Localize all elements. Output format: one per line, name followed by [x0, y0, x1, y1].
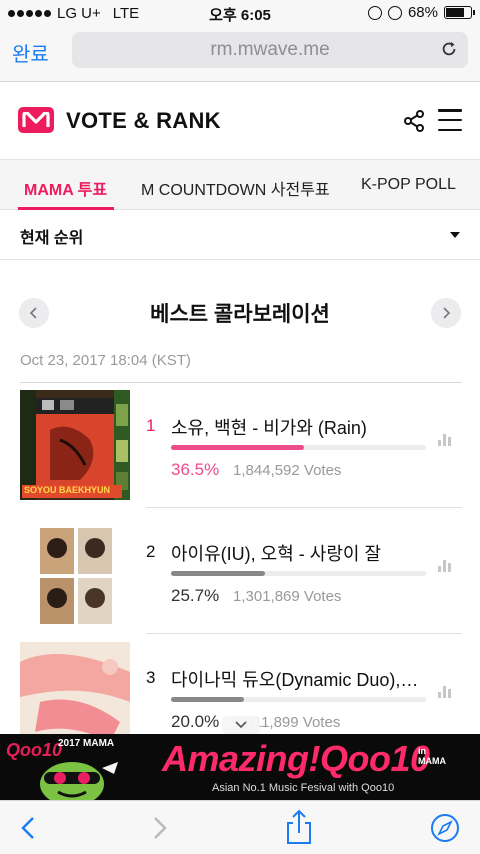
album-caption: SOYOU BAEKHYUN	[24, 485, 111, 495]
chevron-right-icon	[443, 307, 451, 319]
song-title: 소유, 백현 - 비가와 (Rain)	[171, 418, 367, 438]
ad-in-text: in	[418, 746, 426, 756]
vote-share-fill	[171, 445, 304, 450]
url-text: rm.mwave.me	[210, 39, 330, 60]
brand-title: VOTE & RANK	[66, 108, 221, 133]
ad-subtitle: Asian No.1 Music Fesival with Qoo10	[212, 782, 395, 794]
album-art: SOYOU BAEKHYUN	[20, 390, 130, 500]
mascot-image	[40, 762, 118, 800]
url-field[interactable]: rm.mwave.me	[72, 32, 468, 68]
scroll-down-button[interactable]	[222, 716, 260, 734]
vote-share-bar	[171, 445, 426, 450]
alarm-icon	[387, 5, 402, 20]
song-title: 아이유(IU), 오혁 - 사랑이 잘	[171, 544, 382, 564]
ranking-timestamp: Oct 23, 2017 18:04 (KST)	[20, 352, 191, 369]
chevron-down-icon	[235, 721, 247, 729]
tab-mcountdown-prevote[interactable]: M COUNTDOWN 사전투표	[141, 176, 330, 200]
album-art	[20, 516, 130, 626]
vote-share-fill	[171, 697, 244, 702]
next-category-button[interactable]	[431, 298, 461, 328]
share-sheet-icon[interactable]	[284, 809, 314, 845]
status-right: 68%	[367, 4, 475, 21]
vote-percent: 25.7%	[171, 586, 220, 605]
done-button[interactable]: 완료	[12, 38, 49, 67]
mnet-logo[interactable]	[18, 107, 54, 133]
site-header: VOTE & RANK	[0, 82, 480, 160]
share-icon[interactable]	[402, 109, 426, 133]
caret-down-icon	[450, 232, 460, 238]
category-nav: 베스트 콜라보레이션	[0, 292, 480, 332]
menu-icon[interactable]	[438, 109, 462, 131]
vote-count: 1,301,869 Votes	[233, 588, 342, 605]
bar-chart-icon[interactable]	[438, 686, 454, 698]
orientation-lock-icon	[367, 5, 382, 20]
tab-bar: MAMA 투표 M COUNTDOWN 사전투표 K-POP POLL	[0, 160, 480, 210]
ad-in-label: in MAMA	[418, 746, 446, 766]
vote-percent: 20.0%	[171, 712, 220, 731]
ad-headline: Amazing!Qoo10	[162, 738, 430, 779]
forward-icon[interactable]	[144, 813, 174, 843]
back-icon[interactable]	[14, 813, 44, 843]
rank-number: 3	[146, 668, 156, 687]
ranking-select[interactable]: 현재 순위	[0, 210, 480, 260]
battery-icon	[444, 6, 475, 19]
rank-row[interactable]: 2 아이유(IU), 오혁 - 사랑이 잘 25.7% 1,301,869 Vo…	[0, 508, 480, 634]
reload-icon[interactable]	[440, 40, 458, 58]
ad-banner[interactable]: Qoo10 2017 MAMA Amazing!Qoo10 in MAMA Asi…	[0, 734, 480, 800]
rank-number: 2	[146, 542, 156, 561]
tab-kpop-poll[interactable]: K-POP POLL	[361, 176, 456, 194]
rank-row[interactable]: SOYOU BAEKHYUN 1 소유, 백현 - 비가와 (Rain) 36.…	[0, 382, 480, 508]
status-bar: LG U+ LTE 오후 6:05 68%	[0, 0, 480, 26]
vote-share-bar	[171, 697, 426, 702]
rank-number: 1	[146, 416, 156, 435]
vote-share-bar	[171, 571, 426, 576]
tab-mama-vote[interactable]: MAMA 투표	[24, 176, 107, 200]
vote-percent: 36.5%	[171, 460, 220, 479]
bar-chart-icon[interactable]	[438, 560, 454, 572]
ranking-select-value: 현재 순위	[20, 230, 84, 247]
browser-address-bar: 완료 rm.mwave.me	[0, 26, 480, 82]
browser-toolbar	[0, 800, 480, 854]
bar-chart-icon[interactable]	[438, 434, 454, 446]
compass-icon[interactable]	[430, 813, 460, 843]
song-title: 다이나믹 듀오(Dynamic Duo),…	[171, 670, 419, 690]
ad-event-text: MAMA	[418, 756, 446, 766]
vote-share-fill	[171, 571, 265, 576]
category-title: 베스트 콜라보레이션	[150, 303, 330, 326]
vote-count: 1,844,592 Votes	[233, 462, 342, 479]
battery-percent: 68%	[407, 4, 438, 21]
